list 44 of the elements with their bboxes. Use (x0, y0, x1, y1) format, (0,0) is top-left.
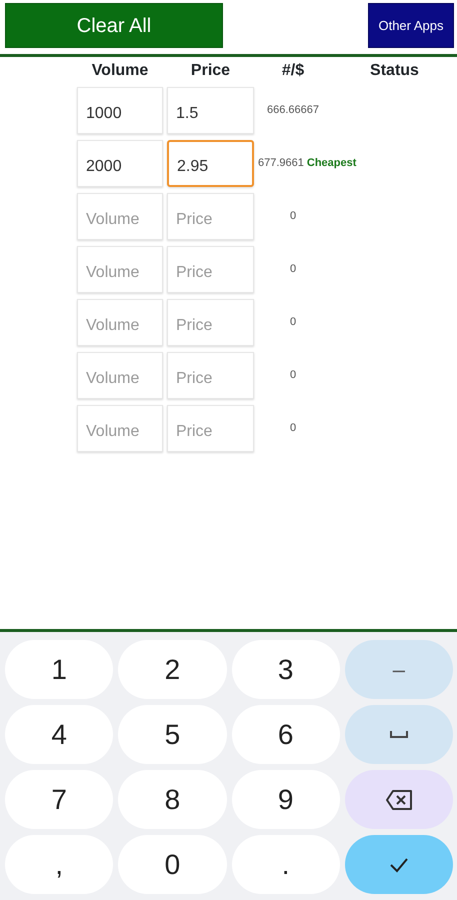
keyboard-key[interactable]: 2 (118, 640, 226, 699)
minus-key[interactable]: – (344, 640, 453, 699)
keyboard-key[interactable]: , (5, 835, 114, 894)
ratio-value: 0 (288, 368, 298, 384)
check-icon (388, 856, 409, 872)
column-header: Price (190, 61, 232, 81)
price-field[interactable]: Price (167, 299, 254, 346)
price-field[interactable]: Price (167, 246, 254, 293)
ratio-value: 677.9661 (258, 156, 304, 172)
volume-field[interactable]: 2000 (77, 140, 163, 187)
volume-field[interactable]: Volume (77, 352, 163, 399)
keyboard-key[interactable]: 5 (118, 705, 226, 764)
backspace-icon (384, 788, 413, 810)
other-apps-button[interactable]: Other Apps (368, 3, 454, 48)
column-header: Status (369, 61, 420, 81)
price-field[interactable]: Price (167, 405, 254, 452)
keyboard-key[interactable]: 0 (118, 835, 226, 894)
keyboard-key[interactable]: . (232, 835, 340, 894)
price-field[interactable]: Price (167, 352, 254, 399)
keyboard-key[interactable]: 4 (5, 705, 114, 764)
price-field[interactable]: Price (167, 193, 254, 240)
ratio-value: 666.66667 (266, 103, 320, 118)
status-label: Cheapest (306, 156, 356, 172)
price-field[interactable]: 1.5 (167, 87, 254, 134)
volume-field[interactable]: Volume (77, 299, 163, 346)
volume-field[interactable]: 1000 (77, 87, 163, 134)
volume-field[interactable]: Volume (77, 246, 163, 293)
keyboard-key[interactable]: 8 (118, 770, 226, 829)
keyboard-key[interactable]: 1 (5, 640, 114, 699)
space-icon (388, 730, 409, 740)
keyboard-key[interactable]: 9 (232, 770, 340, 829)
clear-all-button[interactable]: Clear All (5, 3, 223, 48)
column-header: Volume (90, 61, 150, 81)
keyboard-key[interactable]: 7 (5, 770, 114, 829)
keyboard-key[interactable]: 3 (232, 640, 340, 699)
volume-field[interactable]: Volume (77, 193, 163, 240)
keyboard-key[interactable]: 6 (232, 705, 340, 764)
ratio-value: 0 (288, 262, 298, 278)
ratio-value: 0 (288, 421, 298, 436)
ratio-value: 0 (288, 315, 298, 330)
column-header: #/$ (280, 61, 306, 81)
ratio-value: 0 (288, 209, 298, 224)
volume-field[interactable]: Volume (77, 405, 163, 452)
price-field[interactable]: 2.95 (167, 140, 254, 187)
